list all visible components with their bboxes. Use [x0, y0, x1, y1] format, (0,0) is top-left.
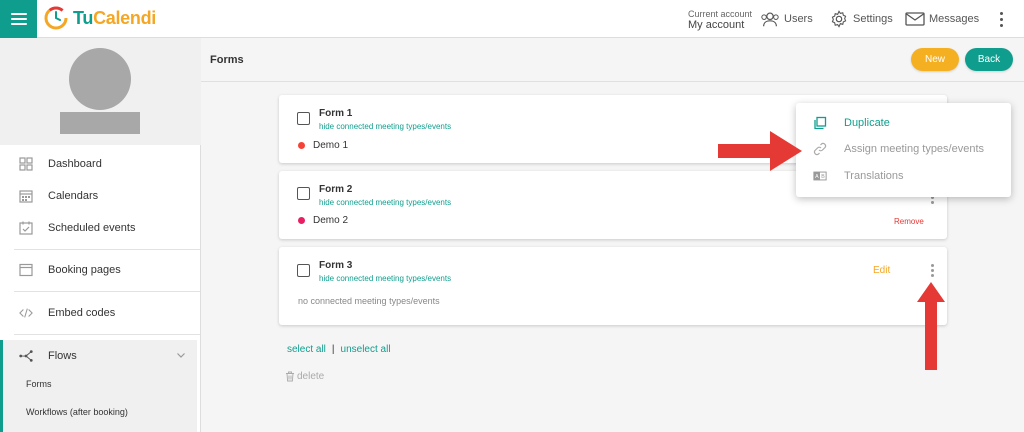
menu-item-assign[interactable]: Assign meeting types/events: [796, 136, 1011, 162]
trash-icon: [286, 371, 294, 382]
sidebar-divider: [14, 249, 200, 250]
avatar[interactable]: [69, 48, 131, 110]
main-header: Forms New Back: [201, 38, 1024, 82]
sidebar-group-flows: Flows Forms Workflows (after booking): [0, 340, 197, 432]
logo[interactable]: TuCalendi: [44, 6, 156, 30]
sidebar-item-embed-codes[interactable]: Embed codes: [0, 298, 200, 328]
sidebar-label: Flows: [48, 350, 77, 362]
form-options-button[interactable]: [929, 264, 935, 278]
form-options-menu: Duplicate Assign meeting types/events AB…: [796, 103, 1011, 197]
chevron-down-icon: [177, 353, 185, 358]
annotation-arrow-right: [718, 131, 802, 171]
browser-window-icon: [19, 263, 33, 277]
more-options-button[interactable]: [998, 12, 1004, 28]
hide-connected-link[interactable]: hide connected meeting types/events: [319, 274, 451, 283]
kebab-icon: [999, 12, 1003, 15]
sidebar-item-flows[interactable]: Flows: [0, 341, 200, 371]
users-label: Users: [784, 13, 813, 25]
dashboard-icon: [19, 157, 33, 171]
menu-item-label: Translations: [844, 170, 904, 182]
select-all-link[interactable]: select all: [287, 344, 326, 355]
selection-links: select all | unselect all: [287, 344, 391, 355]
sidebar-subitem-workflows[interactable]: Workflows (after booking): [26, 407, 128, 417]
delete-label: delete: [297, 371, 325, 382]
translate-icon: AB: [813, 171, 827, 181]
sidebar-label: Scheduled events: [48, 222, 136, 234]
type-name: Demo 2: [313, 215, 349, 226]
sidebar-item-calendars[interactable]: Calendars: [0, 181, 200, 211]
gear-icon: [831, 10, 847, 28]
menu-item-duplicate[interactable]: Duplicate: [796, 110, 1011, 136]
code-icon: [19, 308, 33, 318]
sidebar-item-booking-pages[interactable]: Booking pages: [0, 255, 200, 285]
settings-nav[interactable]: Settings: [829, 10, 893, 28]
messages-label: Messages: [929, 13, 980, 25]
users-nav[interactable]: Users: [760, 10, 813, 28]
delete-button[interactable]: delete: [285, 371, 324, 382]
copy-icon: [814, 116, 827, 130]
page-title: Forms: [210, 54, 244, 66]
unselect-all-link[interactable]: unselect all: [341, 344, 391, 355]
account-caption: Current account: [688, 9, 753, 19]
account-name: My account: [688, 19, 745, 31]
menu-item-translations[interactable]: AB Translations: [796, 163, 1011, 189]
sidebar-label: Calendars: [48, 190, 99, 202]
envelope-icon: [905, 12, 925, 26]
sidebar-item-dashboard[interactable]: Dashboard: [0, 149, 200, 179]
link-icon: [813, 142, 827, 156]
connected-type: Demo 1: [298, 140, 348, 151]
separator: |: [331, 344, 335, 355]
remove-type-button[interactable]: Remove: [894, 217, 924, 226]
calendar-icon: [19, 190, 33, 203]
sidebar-divider: [14, 334, 200, 335]
top-bar: TuCalendi Current account My account Use…: [0, 0, 1024, 38]
calendar-check-icon: [19, 221, 33, 235]
edit-button[interactable]: Edit: [873, 265, 890, 276]
type-color-dot: [298, 142, 305, 149]
sidebar: Dashboard Calendars Scheduled events Boo…: [0, 38, 201, 432]
hide-connected-link[interactable]: hide connected meeting types/events: [319, 122, 451, 131]
no-connected-text: no connected meeting types/events: [298, 296, 440, 306]
back-button[interactable]: Back: [965, 48, 1013, 71]
new-button[interactable]: New: [911, 48, 959, 71]
sidebar-label: Booking pages: [48, 264, 121, 276]
menu-item-label: Assign meeting types/events: [844, 143, 985, 155]
type-name: Demo 1: [313, 140, 349, 151]
users-icon: [761, 12, 779, 27]
sidebar-divider: [14, 291, 200, 292]
sidebar-label: Embed codes: [48, 307, 116, 319]
profile-name-placeholder: [60, 112, 140, 134]
settings-label: Settings: [853, 13, 893, 25]
hide-connected-link[interactable]: hide connected meeting types/events: [319, 198, 451, 207]
sidebar-item-scheduled-events[interactable]: Scheduled events: [0, 213, 200, 243]
form-checkbox[interactable]: [297, 187, 310, 200]
form-checkbox[interactable]: [297, 112, 310, 125]
current-account[interactable]: Current account My account: [688, 9, 753, 31]
logo-text: TuCalendi: [73, 7, 156, 28]
form-title: Form 2: [319, 184, 353, 195]
annotation-arrow-up: [917, 282, 945, 370]
kebab-icon: [930, 264, 934, 267]
profile-panel: [0, 38, 201, 145]
svg-text:A: A: [815, 174, 819, 180]
type-color-dot: [298, 217, 305, 224]
sidebar-label: Dashboard: [48, 158, 102, 170]
svg-text:B: B: [821, 174, 825, 180]
form-checkbox[interactable]: [297, 264, 310, 277]
flow-nodes-icon: [19, 350, 33, 362]
form-title: Form 3: [319, 260, 353, 271]
menu-toggle-button[interactable]: [0, 0, 37, 38]
sidebar-subitem-forms[interactable]: Forms: [26, 379, 52, 389]
menu-item-label: Duplicate: [844, 117, 890, 129]
logo-clock-icon: [44, 6, 68, 30]
form-card: Form 3 hide connected meeting types/even…: [279, 247, 947, 325]
form-title: Form 1: [319, 108, 353, 119]
messages-nav[interactable]: Messages: [905, 10, 979, 28]
connected-type: Demo 2: [298, 215, 348, 226]
hamburger-icon: [10, 13, 27, 15]
